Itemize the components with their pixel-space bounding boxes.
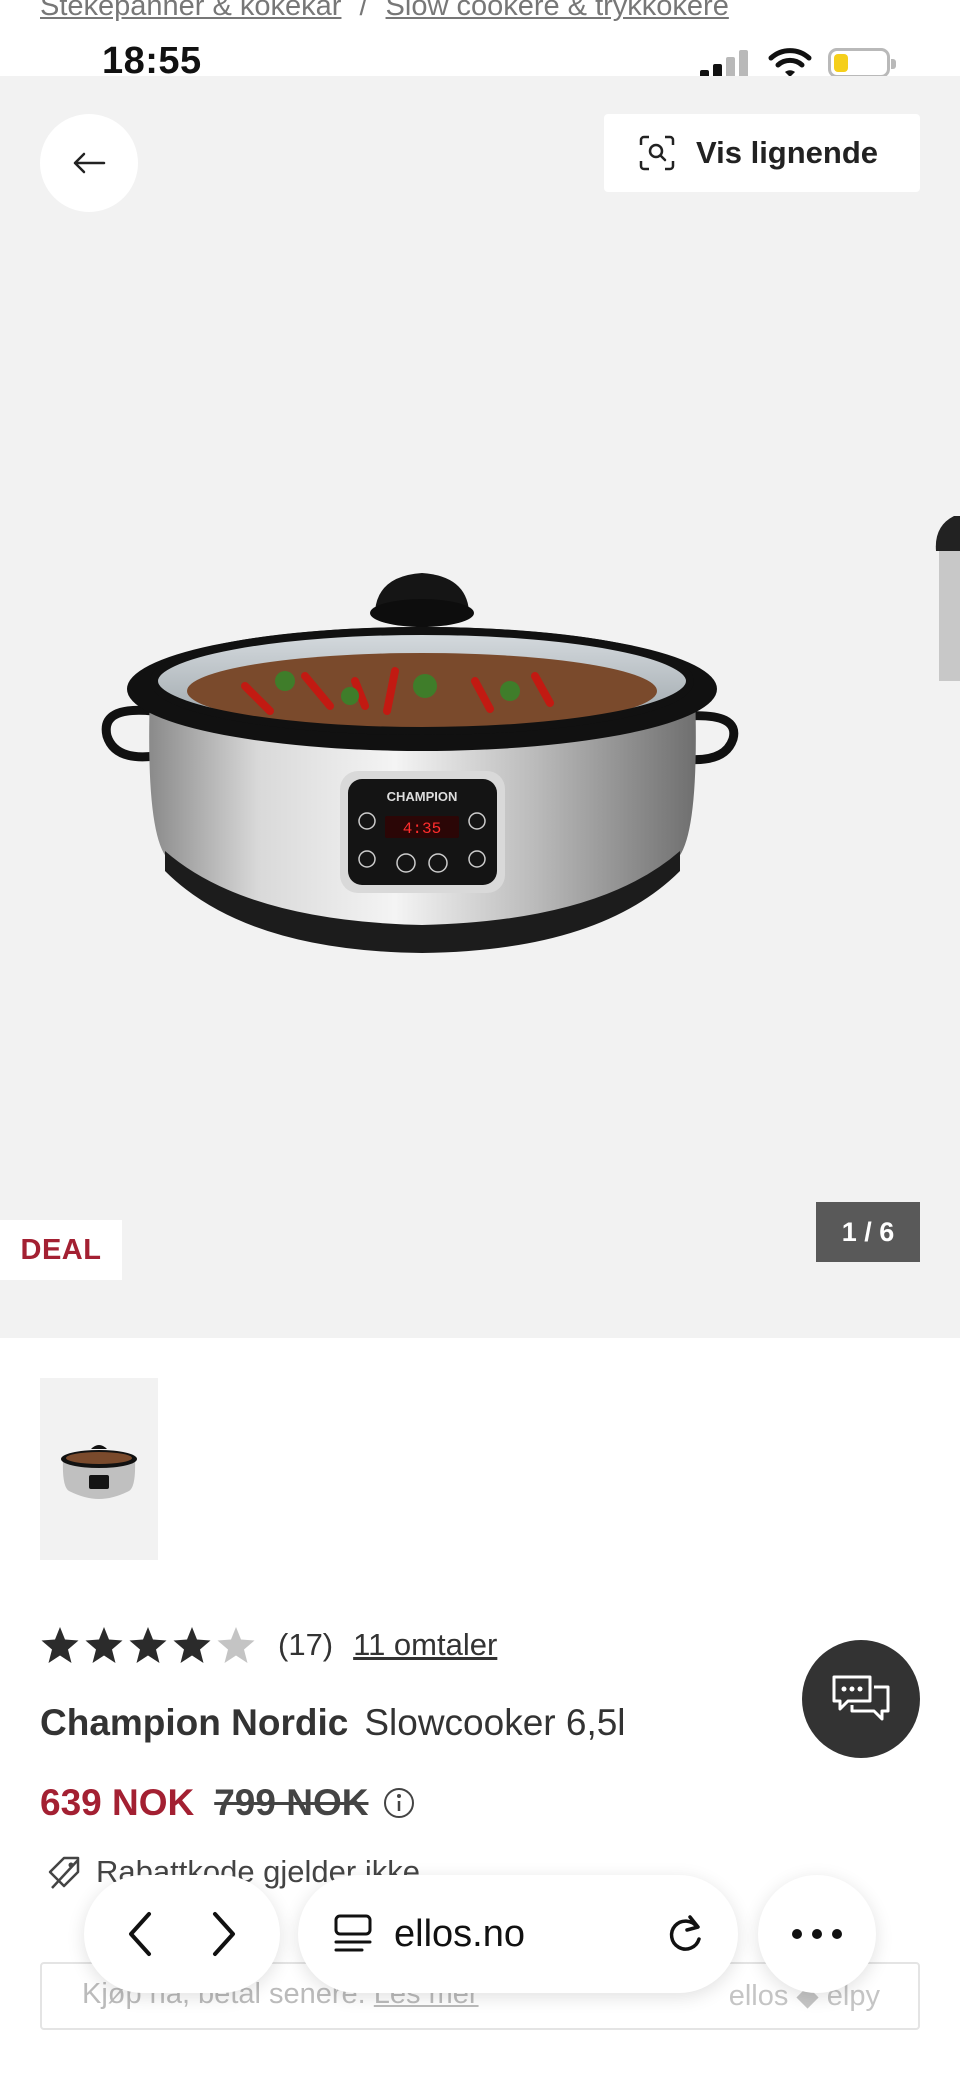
deal-badge: DEAL — [0, 1220, 122, 1280]
rating-row: (17) 11 omtaler — [40, 1622, 497, 1668]
product-title: Champion Nordic Slowcooker 6,5l — [40, 1702, 626, 1744]
star-filled-icon — [41, 1627, 79, 1663]
battery-level — [834, 54, 848, 72]
image-counter: 1 / 6 — [816, 1202, 920, 1262]
wifi-icon — [768, 48, 812, 77]
star-filled-icon — [173, 1627, 211, 1663]
reviews-link[interactable]: 11 omtaler — [353, 1627, 497, 1663]
back-button[interactable] — [40, 114, 138, 212]
breadcrumb-link-cookware[interactable]: Stekepanner & kokekar — [40, 0, 341, 22]
rating-stars — [40, 1625, 256, 1665]
reload-icon[interactable] — [664, 1913, 706, 1957]
svg-text:CHAMPION: CHAMPION — [387, 789, 458, 804]
url-domain[interactable]: ellos.no — [394, 1913, 525, 1956]
similar-products-button[interactable]: Vis lignende — [604, 114, 920, 192]
address-bar[interactable]: ellos.no — [298, 1875, 738, 1993]
breadcrumb-separator: / — [359, 0, 368, 22]
chat-icon — [832, 1675, 890, 1721]
product-brand[interactable]: Champion Nordic — [40, 1702, 348, 1743]
original-price: 799 NOK — [214, 1782, 369, 1823]
chat-button[interactable] — [802, 1640, 920, 1758]
product-image[interactable]: CHAMPION 4:35 — [95, 481, 750, 1021]
status-bar: 18:55 — [0, 30, 960, 82]
thumbnail-image — [61, 1445, 137, 1499]
current-price: 639 NOK — [40, 1782, 195, 1823]
visual-search-icon — [639, 135, 675, 171]
breadcrumb: Stekepanner & kokekar / Slow cookere & try… — [40, 0, 729, 30]
image-thumbnail[interactable] — [40, 1378, 158, 1560]
product-gallery[interactable]: Vis lignende CHAMPION 4:35 DEAL 1 / 6 — [0, 76, 960, 1338]
browser-toolbar: ellos.no — [0, 1875, 960, 1999]
star-filled-icon — [129, 1627, 167, 1663]
product-name: Slowcooker 6,5l — [364, 1702, 626, 1743]
more-button[interactable] — [758, 1875, 876, 1993]
arrow-left-icon — [73, 152, 106, 174]
battery-icon — [828, 48, 896, 78]
info-icon[interactable] — [382, 1786, 416, 1820]
price-row: 639 NOK 799 NOK — [40, 1782, 416, 1824]
chevron-left-icon[interactable] — [121, 1908, 161, 1960]
svg-text:4:35: 4:35 — [403, 820, 441, 838]
rating-count: (17) — [278, 1627, 334, 1662]
similar-products-label: Vis lignende — [696, 135, 879, 170]
next-image-preview[interactable] — [934, 506, 960, 686]
breadcrumb-link-slow-cookers[interactable]: Slow cookere & trykkokere — [386, 0, 729, 22]
star-empty-icon — [217, 1627, 255, 1663]
chevron-right-icon[interactable] — [203, 1908, 243, 1960]
browser-nav-group — [84, 1875, 280, 1993]
star-filled-icon — [85, 1627, 123, 1663]
reader-icon[interactable] — [332, 1913, 374, 1957]
more-icon — [792, 1929, 842, 1939]
